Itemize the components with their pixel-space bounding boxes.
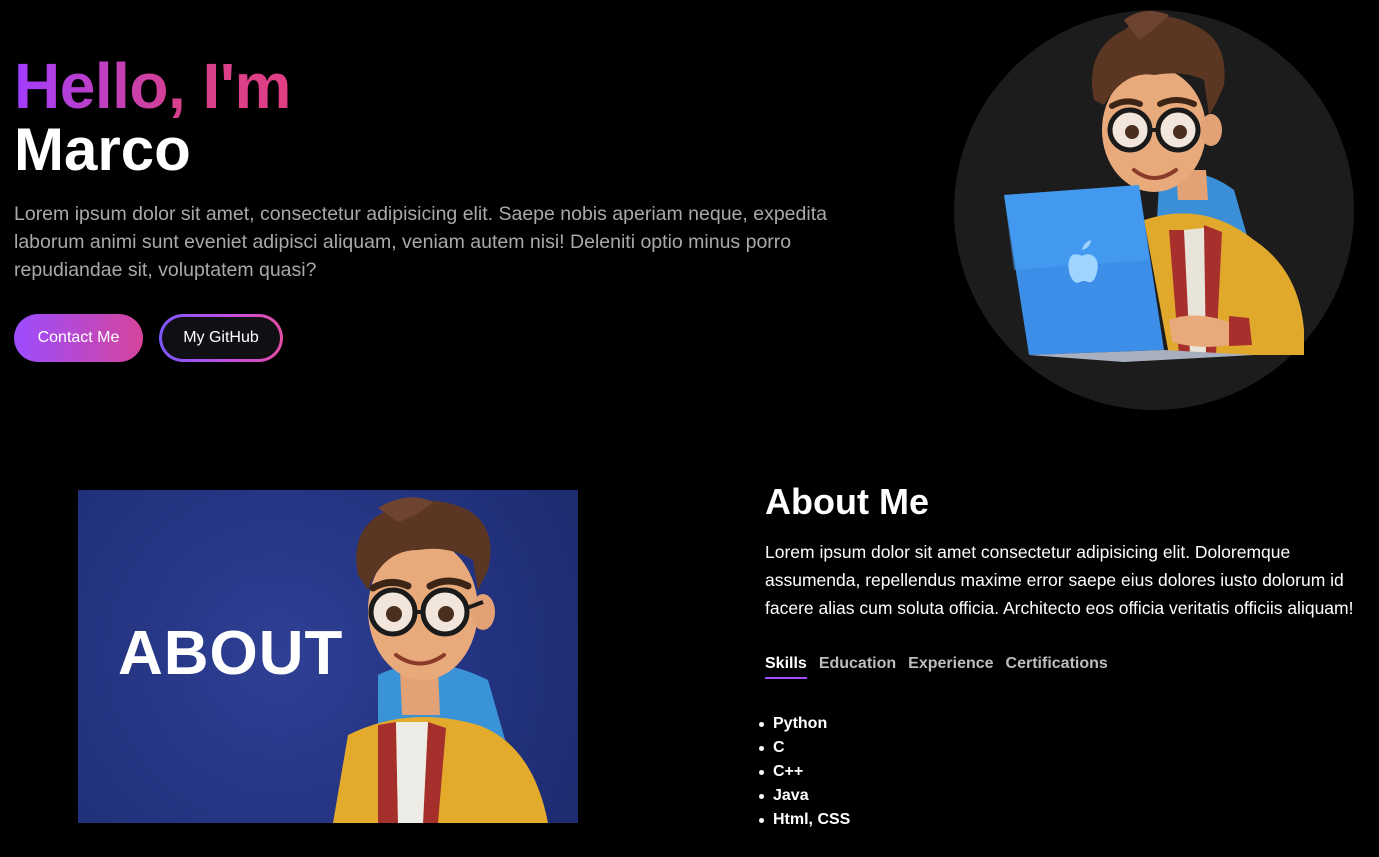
hero-description: Lorem ipsum dolor sit amet, consectetur … [14, 203, 827, 281]
about-image: ABOUT [78, 490, 578, 823]
tab-certifications[interactable]: Certifications [1006, 655, 1108, 679]
about-text: About Me Lorem ipsum dolor sit amet cons… [765, 480, 1375, 622]
cartoon-avatar-about [333, 497, 548, 823]
about-tabs: Skills Education Experience Certificatio… [765, 655, 1108, 679]
list-item: Python [758, 712, 850, 736]
hero-avatar [954, 10, 1354, 410]
list-item: C [758, 736, 850, 760]
list-item: Html, CSS [758, 808, 850, 832]
hero-buttons: Contact Me My GitHub [14, 314, 283, 362]
hero-text: Hello, I'm Marco Lorem ipsum dolor sit a… [14, 52, 884, 284]
my-github-button[interactable]: My GitHub [162, 317, 280, 359]
skills-list: Python C C++ Java Html, CSS [758, 712, 850, 832]
hero-greeting: Hello, I'm [14, 50, 291, 122]
tab-education[interactable]: Education [819, 655, 896, 679]
list-item: Java [758, 784, 850, 808]
list-item: C++ [758, 760, 850, 784]
contact-me-button[interactable]: Contact Me [14, 314, 143, 362]
github-button-border: My GitHub [159, 314, 283, 362]
tab-experience[interactable]: Experience [908, 655, 993, 679]
about-title: About Me [765, 481, 929, 522]
cartoon-avatar-laptop [1004, 11, 1304, 362]
tab-skills[interactable]: Skills [765, 655, 807, 679]
about-description: Lorem ipsum dolor sit amet consectetur a… [765, 542, 1354, 618]
hero-name: Marco [14, 116, 191, 183]
